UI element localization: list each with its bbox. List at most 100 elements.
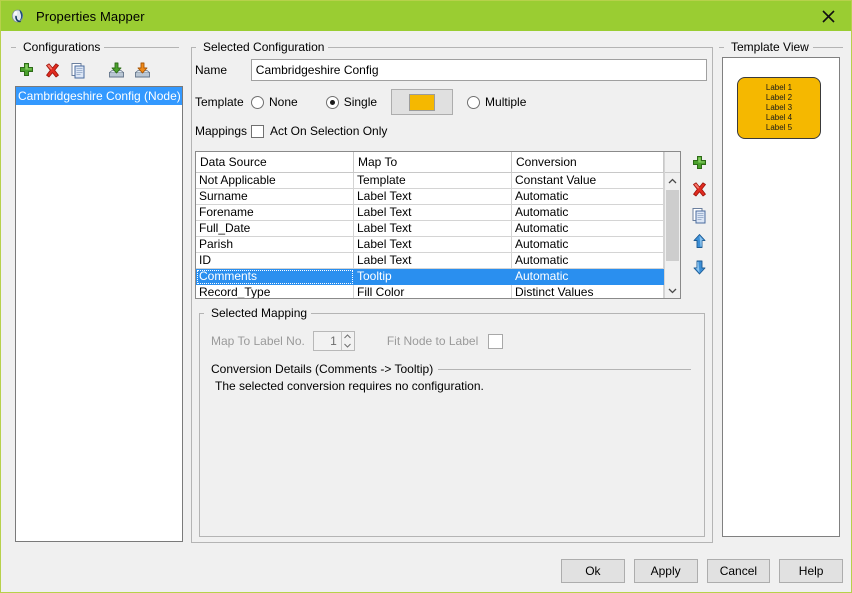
name-label: Name <box>195 63 228 77</box>
list-item[interactable]: Cambridgeshire Config (Node) <box>16 87 182 105</box>
cell-conversion: Automatic <box>512 269 664 285</box>
mappings-table-body: Data Source Map To Conversion Not Applic… <box>196 152 664 298</box>
table-row[interactable]: Surname Label Text Automatic <box>196 189 664 205</box>
delete-mapping-button[interactable] <box>687 177 711 201</box>
ok-button[interactable]: Ok <box>561 559 625 583</box>
template-radio-single-label: Single <box>343 95 378 109</box>
title-bar: Properties Mapper <box>1 1 851 31</box>
template-node-label: Label 3 <box>765 103 793 112</box>
stepper-down-icon <box>344 343 352 348</box>
import-configuration-button[interactable] <box>105 59 127 81</box>
name-row: Name <box>195 59 707 81</box>
selected-mapping-group-label: Selected Mapping <box>207 306 312 320</box>
template-node-preview[interactable]: Label 1 Label 2 Label 3 Label 4 Label 5 <box>737 77 821 139</box>
cell-data-source: Comments <box>196 269 354 285</box>
column-header-data-source[interactable]: Data Source <box>196 152 354 173</box>
table-vertical-scrollbar[interactable] <box>664 152 680 298</box>
cell-map-to: Label Text <box>354 253 512 269</box>
map-to-label-no-label: Map To Label No. <box>211 334 305 348</box>
configurations-group-label: Configurations <box>19 40 105 54</box>
help-button[interactable]: Help <box>779 559 843 583</box>
cell-conversion: Automatic <box>512 253 664 269</box>
cell-map-to: Fill Color <box>354 285 512 298</box>
stepper-up-icon <box>344 334 352 339</box>
template-node-label: Label 1 <box>765 83 793 92</box>
table-row-selected[interactable]: Comments Tooltip Automatic <box>196 269 664 285</box>
delete-configuration-button[interactable] <box>41 59 63 81</box>
cell-conversion: Automatic <box>512 237 664 253</box>
table-row[interactable]: Forename Label Text Automatic <box>196 205 664 221</box>
conversion-details-text: The selected conversion requires no conf… <box>215 379 484 393</box>
column-header-conversion[interactable]: Conversion <box>512 152 664 173</box>
act-on-selection-only-checkbox[interactable] <box>251 124 264 138</box>
selected-mapping-group: Selected Mapping Map To Label No. 1 Fit … <box>199 306 705 537</box>
template-color-swatch <box>409 93 436 111</box>
app-j-icon <box>10 7 28 25</box>
template-radio-single[interactable]: Single <box>325 95 378 109</box>
add-configuration-button[interactable] <box>15 59 37 81</box>
mappings-table-buttons <box>687 151 713 299</box>
cell-data-source: Forename <box>196 205 354 221</box>
scrollbar-corner <box>665 152 680 173</box>
cell-conversion: Automatic <box>512 205 664 221</box>
template-row: Template None Single Multiple <box>195 89 707 115</box>
table-row[interactable]: Full_Date Label Text Automatic <box>196 221 664 237</box>
selected-configuration-group: Selected Configuration Name Template Non… <box>191 40 713 543</box>
cancel-button[interactable]: Cancel <box>706 559 771 583</box>
fit-node-to-label-checkbox[interactable] <box>488 333 504 349</box>
table-row[interactable]: Parish Label Text Automatic <box>196 237 664 253</box>
cell-map-to: Tooltip <box>354 269 512 285</box>
cell-data-source: Full_Date <box>196 221 354 237</box>
cell-conversion: Constant Value <box>512 173 664 189</box>
cell-map-to: Label Text <box>354 189 512 205</box>
stepper-arrows[interactable] <box>340 332 354 350</box>
cell-data-source: Not Applicable <box>196 173 354 189</box>
template-color-button[interactable] <box>391 89 454 115</box>
cell-data-source: ID <box>196 253 354 269</box>
template-view-canvas[interactable]: Label 1 Label 2 Label 3 Label 4 Label 5 <box>722 57 840 537</box>
move-mapping-down-button[interactable] <box>687 255 711 279</box>
cell-map-to: Label Text <box>354 237 512 253</box>
radio-none-icon <box>251 95 264 109</box>
template-radio-none-label: None <box>269 95 298 109</box>
template-radio-multiple-label: Multiple <box>485 95 527 109</box>
cell-conversion: Automatic <box>512 221 664 237</box>
mappings-table[interactable]: Data Source Map To Conversion Not Applic… <box>195 151 681 299</box>
chevron-down-icon[interactable] <box>665 282 680 298</box>
configurations-toolbar <box>15 57 175 83</box>
dialog-button-bar: Ok Apply Cancel Help <box>561 559 843 583</box>
name-input[interactable] <box>250 59 707 81</box>
fit-node-to-label-label: Fit Node to Label <box>386 334 479 348</box>
apply-button[interactable]: Apply <box>633 559 698 583</box>
cell-map-to: Label Text <box>354 221 512 237</box>
copy-mapping-button[interactable] <box>687 203 711 227</box>
column-header-map-to[interactable]: Map To <box>354 152 512 173</box>
scrollbar-thumb[interactable] <box>666 190 679 261</box>
add-mapping-button[interactable] <box>687 151 711 175</box>
copy-configuration-button[interactable] <box>67 59 89 81</box>
cell-conversion: Automatic <box>512 189 664 205</box>
map-to-label-no-stepper[interactable]: 1 <box>312 331 355 351</box>
configurations-list[interactable]: Cambridgeshire Config (Node) <box>15 86 183 542</box>
template-radio-none[interactable]: None <box>251 95 298 109</box>
template-node-label: Label 2 <box>765 93 793 102</box>
template-view-group-label: Template View <box>727 40 813 54</box>
move-mapping-up-button[interactable] <box>687 229 711 253</box>
template-radio-multiple[interactable]: Multiple <box>467 95 526 109</box>
selected-configuration-group-label: Selected Configuration <box>199 40 329 54</box>
table-row[interactable]: ID Label Text Automatic <box>196 253 664 269</box>
close-icon[interactable] <box>805 1 851 31</box>
template-node-label: Label 5 <box>765 123 793 132</box>
table-row[interactable]: Not Applicable Template Constant Value <box>196 173 664 189</box>
mappings-table-header: Data Source Map To Conversion <box>196 152 664 173</box>
cell-map-to: Label Text <box>354 205 512 221</box>
cell-data-source: Surname <box>196 189 354 205</box>
table-row[interactable]: Record_Type Fill Color Distinct Values <box>196 285 664 298</box>
mappings-label: Mappings <box>195 124 248 138</box>
chevron-up-icon[interactable] <box>665 173 680 189</box>
template-node-label: Label 4 <box>765 113 793 122</box>
cell-conversion: Distinct Values <box>512 285 664 298</box>
export-configuration-button[interactable] <box>131 59 153 81</box>
mappings-row: Mappings Act On Selection Only <box>195 121 707 141</box>
map-to-label-no-value: 1 <box>330 334 337 348</box>
